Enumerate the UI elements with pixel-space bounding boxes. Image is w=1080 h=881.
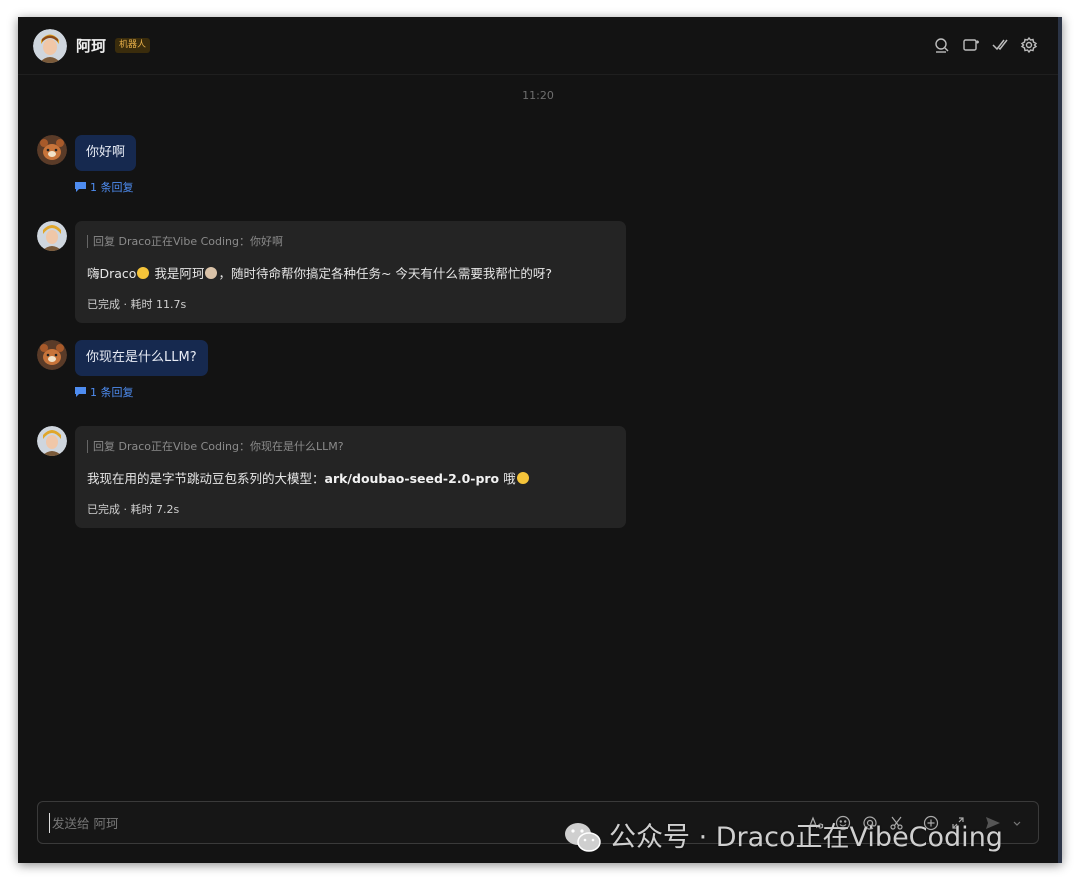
smile-emoji-icon: [516, 472, 529, 484]
bot-avatar[interactable]: [33, 29, 67, 63]
bot-avatar[interactable]: [37, 426, 67, 456]
search-icon[interactable]: [933, 36, 951, 54]
watermark-text: 公众号 · Draco正在VibeCoding: [609, 822, 1003, 853]
watermark: 公众号 · Draco正在VibeCoding: [563, 820, 1003, 856]
thread-reply-link[interactable]: 1 条回复: [75, 384, 134, 400]
reply-quote: 回复 Draco正在Vibe Coding：你现在是什么LLM?: [87, 440, 344, 453]
chat-window: 阿珂 机器人 11:20 你好啊 1 条回复 回复 Draco正在Vibe Co…: [18, 17, 1062, 863]
bot-message-card[interactable]: 回复 Draco正在Vibe Coding：你好啊 嗨Draco 我是阿珂 ，随时…: [75, 221, 626, 323]
message-status: 已完成 · 耗时 7.2s: [87, 503, 180, 516]
user-avatar[interactable]: [37, 135, 67, 165]
chevron-down-icon[interactable]: [1012, 815, 1022, 831]
reply-count: 1 条回复: [90, 181, 134, 194]
chat-header: 阿珂 机器人: [18, 17, 1058, 75]
thread-reply-link[interactable]: 1 条回复: [75, 179, 134, 195]
wechat-logo-icon: [565, 823, 601, 852]
smile-emoji-icon: [137, 267, 150, 279]
user-message-bubble[interactable]: 你现在是什么LLM?: [75, 340, 208, 376]
bot-avatar[interactable]: [37, 221, 67, 251]
user-message-bubble[interactable]: 你好啊: [75, 135, 137, 171]
gear-icon[interactable]: [1020, 36, 1038, 54]
reply-count: 1 条回复: [90, 386, 134, 399]
user-avatar[interactable]: [37, 340, 67, 370]
check-done-icon[interactable]: [991, 36, 1009, 54]
comment-icon: [75, 182, 86, 192]
chat-title: 阿珂: [76, 37, 107, 55]
bot-message-text: 嗨Draco 我是阿珂 ，随时待命帮你搞定各种任务~ 今天有什么需要我帮忙的呀?: [87, 266, 553, 281]
reply-quote: 回复 Draco正在Vibe Coding：你好啊: [87, 235, 283, 248]
bot-message-card[interactable]: 回复 Draco正在Vibe Coding：你现在是什么LLM? 我现在用的是字…: [75, 426, 626, 528]
comment-icon: [75, 387, 86, 397]
girl-emoji-icon: [205, 267, 218, 279]
message-status: 已完成 · 耗时 11.7s: [87, 298, 187, 311]
bot-message-text: 我现在用的是字节跳动豆包系列的大模型：ark/doubao-seed-2.0-p…: [87, 468, 530, 487]
bot-badge: 机器人: [115, 38, 151, 53]
add-tab-icon[interactable]: [962, 36, 980, 54]
message-time: 11:20: [522, 89, 554, 102]
